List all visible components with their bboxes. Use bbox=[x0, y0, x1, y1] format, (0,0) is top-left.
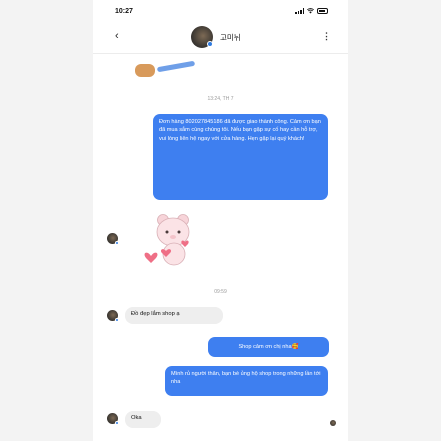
online-indicator-icon bbox=[115, 421, 119, 425]
sender-avatar[interactable] bbox=[107, 413, 119, 425]
read-receipt-avatar-icon bbox=[330, 420, 336, 426]
sender-avatar[interactable] bbox=[107, 310, 119, 322]
timestamp: 09:59 bbox=[214, 289, 227, 295]
battery-icon bbox=[317, 8, 328, 14]
outgoing-message[interactable]: Shop cảm ơn chị nha🥰 bbox=[208, 337, 329, 357]
chat-screen: 10:27 ‹ 고미뉘 ⋮ 13:24, TH 7 Đơn hàng 80202… bbox=[93, 0, 348, 441]
back-icon[interactable]: ‹ bbox=[115, 30, 119, 42]
outgoing-message[interactable]: Mình rủ người thân, bạn bè ủng hộ shop t… bbox=[165, 366, 328, 396]
pink-bear-sticker-icon[interactable] bbox=[141, 212, 203, 270]
incoming-message[interactable]: Đồ đẹp lắm shop ạ bbox=[125, 307, 223, 324]
wifi-icon bbox=[307, 8, 314, 14]
outgoing-message[interactable]: Đơn hàng 802027845186 đã được giao thành… bbox=[153, 114, 328, 200]
online-indicator-icon bbox=[115, 318, 119, 322]
sender-avatar[interactable] bbox=[107, 233, 119, 245]
status-icons bbox=[295, 8, 328, 14]
online-indicator-icon bbox=[115, 241, 119, 245]
signal-icon bbox=[295, 8, 304, 14]
more-options-icon[interactable]: ⋮ bbox=[322, 31, 331, 42]
chat-header: ‹ 고미뉘 ⋮ bbox=[93, 24, 348, 54]
status-bar: 10:27 bbox=[93, 0, 348, 24]
sticker-partial-icon bbox=[133, 56, 196, 78]
timestamp: 13:24, TH 7 bbox=[207, 96, 234, 102]
incoming-message[interactable]: Oka bbox=[125, 411, 161, 428]
online-indicator-icon bbox=[207, 41, 213, 47]
contact-name[interactable]: 고미뉘 bbox=[220, 32, 241, 43]
clock: 10:27 bbox=[115, 8, 133, 15]
contact-avatar[interactable] bbox=[191, 26, 213, 48]
